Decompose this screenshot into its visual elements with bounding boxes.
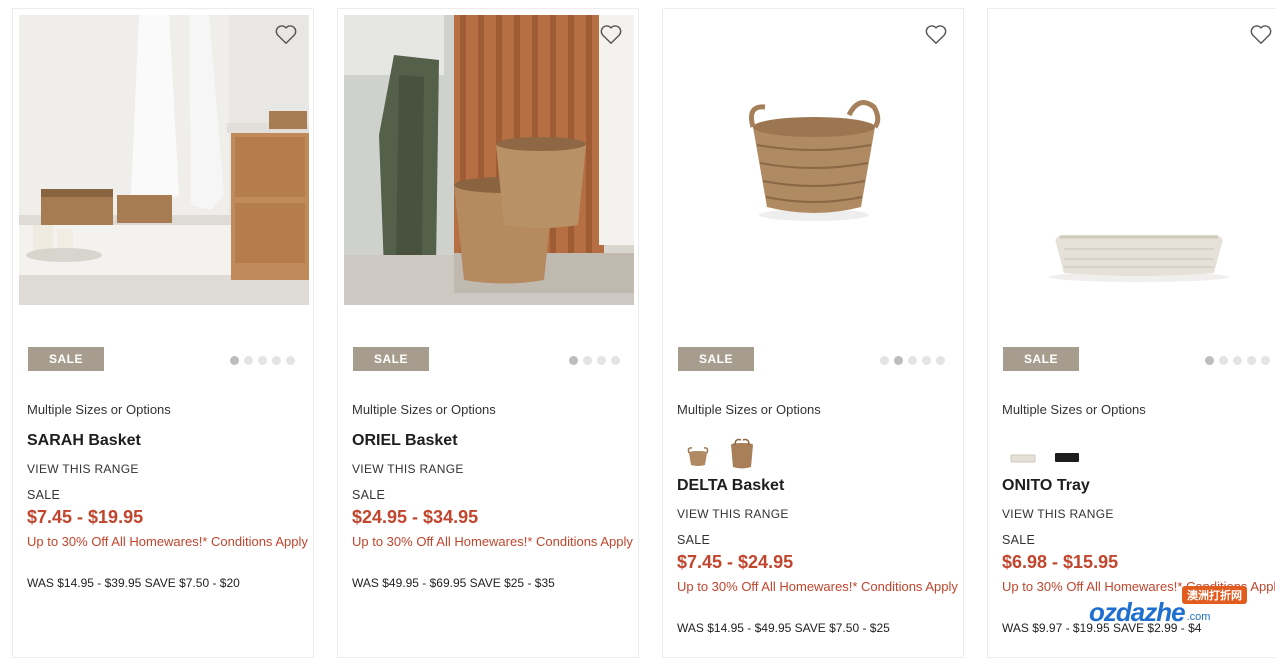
carousel-dot[interactable]: [936, 356, 945, 365]
carousel-dot[interactable]: [244, 356, 253, 365]
options-note: Multiple Sizes or Options: [27, 402, 171, 417]
variant-swatch-black[interactable]: [1052, 437, 1082, 471]
promo-text: Up to 30% Off All Homewares!* Conditions…: [352, 534, 633, 549]
price-range: $7.45 - $19.95: [27, 507, 144, 527]
view-range-link[interactable]: VIEW THIS RANGE: [1002, 507, 1114, 521]
sale-label: SALE: [27, 488, 61, 502]
carousel-dot[interactable]: [1261, 356, 1270, 365]
price-range: $6.98 - $15.95: [1002, 552, 1119, 572]
variant-swatches: [683, 437, 757, 471]
watermark-cn-text: 澳洲打折网: [1182, 586, 1247, 604]
sale-badge: SALE: [28, 347, 104, 371]
product-card[interactable]: SALE Multiple Sizes or Options DELTA Bas…: [662, 8, 964, 658]
price-range: $24.95 - $34.95: [352, 507, 479, 527]
product-card[interactable]: SALE Multiple Sizes or Options ONITO Tra…: [987, 8, 1275, 658]
wishlist-heart-icon[interactable]: [923, 21, 949, 47]
carousel-dot[interactable]: [1205, 356, 1214, 365]
options-note: Multiple Sizes or Options: [352, 402, 496, 417]
product-image[interactable]: [669, 15, 959, 305]
carousel-dot[interactable]: [922, 356, 931, 365]
variant-swatch-large[interactable]: [727, 437, 757, 471]
carousel-dot[interactable]: [908, 356, 917, 365]
product-image[interactable]: [994, 15, 1275, 305]
carousel-dot[interactable]: [1233, 356, 1242, 365]
watermark-logo: ozdazhe: [1089, 596, 1186, 627]
carousel-dot[interactable]: [230, 356, 239, 365]
sale-label: SALE: [352, 488, 386, 502]
carousel-dot[interactable]: [286, 356, 295, 365]
price-range: $7.45 - $24.95: [677, 552, 794, 572]
view-range-link[interactable]: VIEW THIS RANGE: [352, 462, 464, 476]
sale-badge: SALE: [1003, 347, 1079, 371]
view-range-link[interactable]: VIEW THIS RANGE: [27, 462, 139, 476]
sale-label: SALE: [1002, 533, 1036, 547]
wishlist-heart-icon[interactable]: [598, 21, 624, 47]
promo-text: Up to 30% Off All Homewares!* Conditions…: [27, 534, 308, 549]
wishlist-heart-icon[interactable]: [1248, 21, 1274, 47]
carousel-dot[interactable]: [1219, 356, 1228, 365]
product-card[interactable]: SALE Multiple Sizes or Options ORIEL Bas…: [337, 8, 639, 658]
wishlist-heart-icon[interactable]: [273, 21, 299, 47]
image-carousel-dots: [230, 356, 295, 365]
sale-badge: SALE: [678, 347, 754, 371]
sale-badge: SALE: [353, 347, 429, 371]
carousel-dot[interactable]: [894, 356, 903, 365]
image-carousel-dots: [880, 356, 945, 365]
image-carousel-dots: [569, 356, 620, 365]
product-image[interactable]: [19, 15, 309, 305]
view-range-link[interactable]: VIEW THIS RANGE: [677, 507, 789, 521]
image-carousel-dots: [1205, 356, 1270, 365]
was-price: WAS $49.95 - $69.95 SAVE $25 - $35: [352, 576, 555, 590]
carousel-dot[interactable]: [597, 356, 606, 365]
product-title[interactable]: ONITO Tray: [1002, 477, 1090, 495]
carousel-dot[interactable]: [880, 356, 889, 365]
promo-text: Up to 30% Off All Homewares!* Conditions…: [677, 579, 958, 594]
carousel-dot[interactable]: [583, 356, 592, 365]
product-title[interactable]: ORIEL Basket: [352, 432, 458, 450]
was-price: WAS $14.95 - $39.95 SAVE $7.50 - $20: [27, 576, 240, 590]
options-note: Multiple Sizes or Options: [1002, 402, 1146, 417]
product-card[interactable]: SALE Multiple Sizes or Options SARAH Bas…: [12, 8, 314, 658]
was-price: WAS $14.95 - $49.95 SAVE $7.50 - $25: [677, 621, 890, 635]
carousel-dot[interactable]: [272, 356, 281, 365]
carousel-dot[interactable]: [258, 356, 267, 365]
variant-swatches: [1008, 437, 1082, 471]
options-note: Multiple Sizes or Options: [677, 402, 821, 417]
carousel-dot[interactable]: [1247, 356, 1256, 365]
product-title[interactable]: DELTA Basket: [677, 477, 784, 495]
variant-swatch-natural[interactable]: [1008, 437, 1038, 471]
site-watermark: 澳洲打折网 ozdazhe .com: [1089, 586, 1269, 632]
carousel-dot[interactable]: [611, 356, 620, 365]
sale-label: SALE: [677, 533, 711, 547]
carousel-dot[interactable]: [569, 356, 578, 365]
product-image[interactable]: [344, 15, 634, 305]
product-title[interactable]: SARAH Basket: [27, 432, 141, 450]
watermark-suffix: .com: [1186, 611, 1211, 623]
variant-swatch-small[interactable]: [683, 437, 713, 471]
